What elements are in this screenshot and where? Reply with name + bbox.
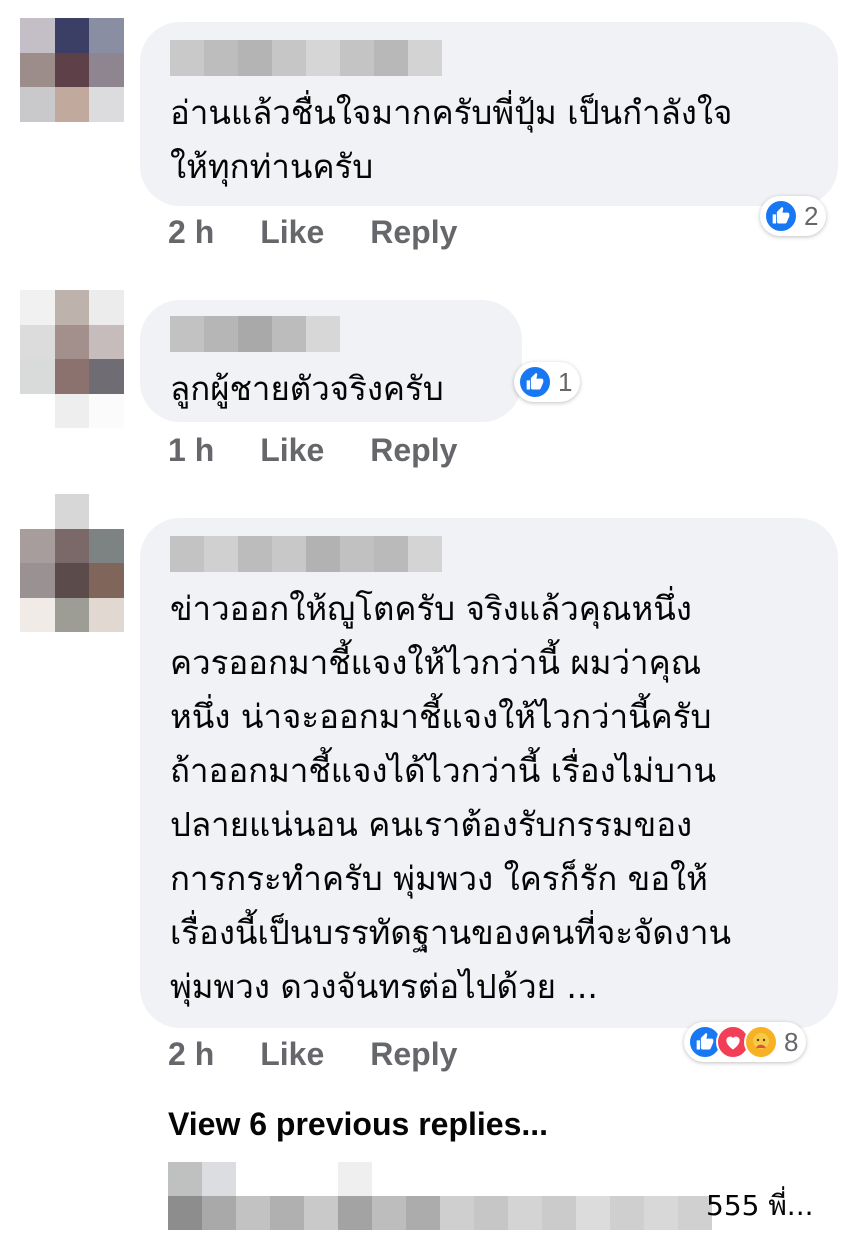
reply-button[interactable]: Reply — [370, 432, 457, 468]
like-button[interactable]: Like — [260, 214, 324, 250]
comment-text: อ่านแล้วชื่นใจมากครับพี่ปุ้ม เป็นกำลังใจ… — [170, 93, 733, 186]
like-reaction-icon — [764, 199, 798, 233]
care-reaction-icon — [744, 1025, 778, 1059]
avatar[interactable] — [20, 494, 124, 632]
timestamp[interactable]: 1 h — [168, 432, 214, 468]
timestamp[interactable]: 2 h — [168, 214, 214, 250]
view-previous-replies-link[interactable]: View 6 previous replies... — [168, 1106, 548, 1143]
author-name-blurred[interactable] — [170, 316, 494, 352]
author-name-blurred[interactable] — [170, 536, 810, 572]
reply-button[interactable]: Reply — [370, 214, 457, 250]
comment-meta: 2 h Like Reply — [168, 214, 503, 251]
comment-text: ลูกผู้ชายตัวจริงครับ — [170, 369, 444, 408]
avatar[interactable] — [20, 290, 124, 428]
like-button[interactable]: Like — [260, 1036, 324, 1072]
reaction-summary[interactable]: 1 — [514, 362, 581, 402]
like-reaction-icon — [518, 365, 552, 399]
avatar[interactable] — [20, 18, 124, 122]
comment-bubble: ข่าวออกให้ญูโตครับ จริงแล้วคุณหนึ่ง ควรอ… — [140, 518, 838, 1028]
author-name-blurred[interactable] — [170, 40, 810, 76]
reply-author-blurred[interactable] — [168, 1162, 712, 1230]
timestamp[interactable]: 2 h — [168, 1036, 214, 1072]
like-button[interactable]: Like — [260, 432, 324, 468]
reaction-count: 1 — [558, 366, 573, 397]
reply-preview-text[interactable]: 555 พี่... — [706, 1184, 814, 1228]
comment-bubble: ลูกผู้ชายตัวจริงครับ — [140, 300, 522, 422]
comment-meta: 1 h Like Reply — [168, 432, 503, 469]
comment-bubble: อ่านแล้วชื่นใจมากครับพี่ปุ้ม เป็นกำลังใจ… — [140, 22, 838, 206]
comment-meta: 2 h Like Reply — [168, 1036, 503, 1073]
reply-button[interactable]: Reply — [370, 1036, 457, 1072]
reaction-summary[interactable]: 2 — [760, 196, 827, 236]
reaction-count: 8 — [784, 1026, 799, 1057]
reaction-summary[interactable]: 8 — [684, 1022, 807, 1062]
comment-text: ข่าวออกให้ญูโตครับ จริงแล้วคุณหนึ่ง ควรอ… — [170, 589, 732, 1006]
reaction-count: 2 — [804, 200, 819, 231]
